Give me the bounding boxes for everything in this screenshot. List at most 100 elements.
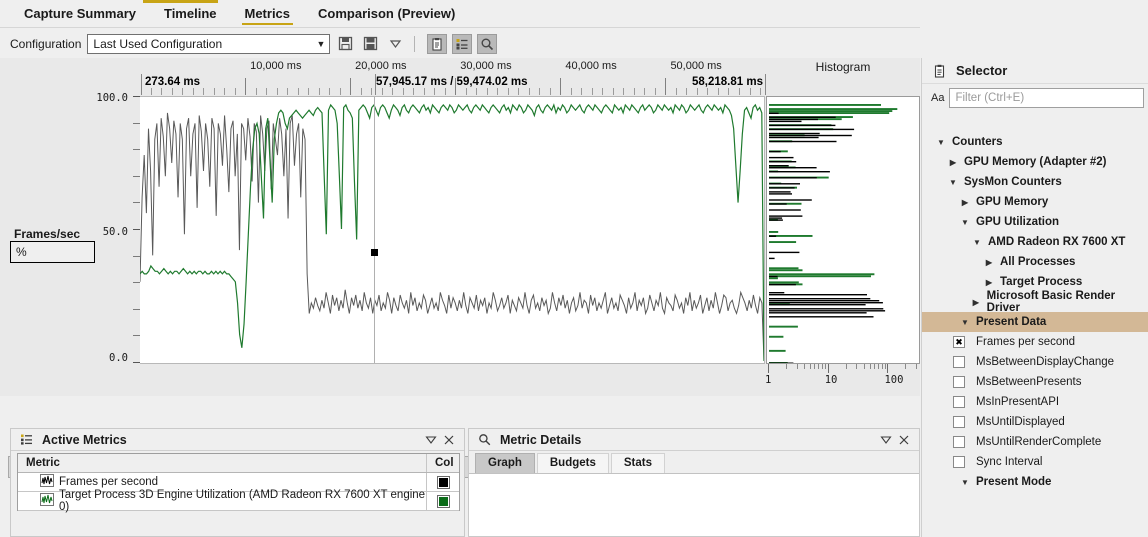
checkbox[interactable] — [953, 436, 965, 448]
histogram-minor-tick — [825, 364, 826, 369]
selector-item-label: Present Data — [976, 316, 1047, 328]
chevron-down-icon[interactable]: ▼ — [958, 478, 972, 487]
histogram-bar-fps — [769, 292, 785, 294]
selector-item-msuntildisplayed[interactable]: MsUntilDisplayed — [922, 412, 1148, 432]
filter-icon[interactable] — [877, 431, 895, 449]
selector-item-gpu-utilization[interactable]: ▼ GPU Utilization — [922, 212, 1148, 232]
selector-item-amd-radeon-rx-7600-xt[interactable]: ▼ AMD Radeon RX 7600 XT — [922, 232, 1148, 252]
tab-metrics[interactable]: Metrics — [231, 2, 305, 26]
color-swatch[interactable] — [436, 475, 450, 489]
y-tick-mark — [133, 362, 140, 363]
histogram-bar-fps — [769, 308, 884, 310]
waveform-icon — [40, 474, 54, 490]
list-icon[interactable] — [452, 33, 473, 54]
histogram-bar-fps — [769, 118, 818, 121]
checkbox-wrap[interactable] — [946, 456, 972, 468]
chevron-right-icon[interactable]: ▶ — [946, 158, 960, 167]
table-row[interactable]: Target Process 3D Engine Utilization (AM… — [18, 489, 459, 513]
checkbox-wrap[interactable]: ✖ — [946, 336, 972, 348]
histogram-bar-gpu — [769, 267, 799, 270]
chevron-down-icon[interactable]: ▼ — [970, 238, 984, 247]
tab-timeline[interactable]: Timeline — [150, 2, 231, 26]
time-cursor[interactable] — [374, 97, 375, 363]
checkbox-wrap[interactable] — [946, 356, 972, 368]
checkbox[interactable] — [953, 376, 965, 388]
selector-filter-input[interactable]: Filter (Ctrl+E) — [949, 88, 1144, 108]
checkbox-wrap[interactable] — [946, 416, 972, 428]
checkbox[interactable] — [953, 416, 965, 428]
histogram-bar-gpu — [769, 269, 803, 272]
x-minor-tick — [182, 88, 184, 95]
save-as-icon[interactable] — [360, 34, 380, 54]
histogram-bar-fps — [769, 275, 778, 278]
selector-item-label: GPU Utilization — [976, 216, 1060, 228]
checkbox-wrap[interactable] — [946, 376, 972, 388]
chevron-right-icon[interactable]: ▶ — [982, 258, 996, 267]
close-icon[interactable] — [440, 431, 458, 449]
toolbar-separator — [414, 35, 416, 52]
search-icon[interactable] — [477, 33, 498, 54]
clipboard-icon[interactable] — [427, 33, 448, 54]
x-minor-tick — [171, 88, 173, 95]
selector-item-microsoft-basic-render-driver[interactable]: ▶ Microsoft Basic Render Driver — [922, 290, 1148, 314]
tab-graph[interactable]: Graph — [475, 453, 535, 473]
tab-budgets[interactable]: Budgets — [536, 453, 609, 473]
chevron-right-icon[interactable]: ▶ — [969, 298, 983, 307]
color-swatch[interactable] — [436, 494, 450, 508]
x-minor-tick — [360, 88, 362, 95]
checkbox[interactable]: ✖ — [953, 336, 965, 348]
selector-item-frames-per-second[interactable]: ✖ Frames per second — [922, 332, 1148, 352]
chevron-right-icon[interactable]: ▶ — [982, 278, 996, 287]
selector-item-gpu-memory-adapter-2[interactable]: ▶ GPU Memory (Adapter #2) — [922, 152, 1148, 172]
selector-item-sysmon-counters[interactable]: ▼ SysMon Counters — [922, 172, 1148, 192]
metrics-plot[interactable] — [140, 96, 765, 364]
chevron-right-icon[interactable]: ▶ — [958, 198, 972, 207]
selector-item-msbetweendisplaychange[interactable]: MsBetweenDisplayChange — [922, 352, 1148, 372]
dropdown-arrow-icon[interactable] — [385, 34, 405, 54]
selector-item-target-process[interactable]: ▶ Target Process — [922, 272, 1148, 292]
checkbox[interactable] — [953, 356, 965, 368]
tab-capture-summary[interactable]: Capture Summary — [10, 2, 150, 26]
selector-item-present-data[interactable]: ▼ Present Data — [922, 312, 1148, 332]
checkbox-wrap[interactable] — [946, 436, 972, 448]
selector-item-msuntilrendercomplete[interactable]: MsUntilRenderComplete — [922, 432, 1148, 452]
configuration-dropdown[interactable]: Last Used Configuration ▼ — [87, 33, 331, 54]
y-tick-mark — [133, 255, 140, 257]
selector-item-present-mode[interactable]: ▼ Present Mode — [922, 472, 1148, 492]
chevron-down-icon: ▼ — [316, 38, 326, 49]
color-cell[interactable] — [427, 494, 459, 508]
selector-item-all-processes[interactable]: ▶ All Processes — [922, 252, 1148, 272]
selector-item-sync-interval[interactable]: Sync Interval — [922, 452, 1148, 472]
x-minor-tick — [602, 88, 604, 95]
checkbox-wrap[interactable] — [946, 396, 972, 408]
close-icon[interactable] — [895, 431, 913, 449]
chevron-down-icon[interactable]: ▼ — [946, 178, 960, 187]
save-icon[interactable] — [335, 34, 355, 54]
y-axis-unit-field[interactable]: % — [10, 241, 95, 263]
match-case-icon[interactable]: Aa — [926, 92, 949, 104]
histogram-bar-fps — [769, 283, 796, 286]
selector-item-msinpresentapi[interactable]: MsInPresentAPI — [922, 392, 1148, 412]
tab-comparison-preview[interactable]: Comparison (Preview) — [304, 2, 469, 26]
chevron-down-icon[interactable]: ▼ — [934, 138, 948, 147]
histogram-panel[interactable] — [766, 96, 920, 364]
selector-item-msbetweenpresents[interactable]: MsBetweenPresents — [922, 372, 1148, 392]
x-minor-tick — [266, 88, 268, 95]
x-minor-tick — [287, 88, 289, 95]
checkbox[interactable] — [953, 456, 965, 468]
selector-item-gpu-memory[interactable]: ▶ GPU Memory — [922, 192, 1148, 212]
histogram-bar-gpu — [769, 335, 784, 338]
metrics-window: Capture Summary Timeline Metrics Comparison… — [0, 0, 1148, 537]
histogram-bar-gpu — [769, 273, 875, 276]
histogram-minor-tick — [796, 364, 798, 369]
filter-icon[interactable] — [422, 431, 440, 449]
chevron-down-icon[interactable]: ▼ — [958, 218, 972, 227]
color-cell[interactable] — [427, 475, 459, 489]
checkbox[interactable] — [953, 396, 965, 408]
tab-stats[interactable]: Stats — [610, 453, 665, 473]
y-tick-100: 100.0 — [96, 92, 128, 104]
x-minor-tick — [633, 88, 635, 95]
selector-item-counters[interactable]: ▼ Counters — [922, 132, 1148, 152]
y-tick-mark — [133, 96, 140, 97]
chevron-down-icon[interactable]: ▼ — [958, 318, 972, 327]
